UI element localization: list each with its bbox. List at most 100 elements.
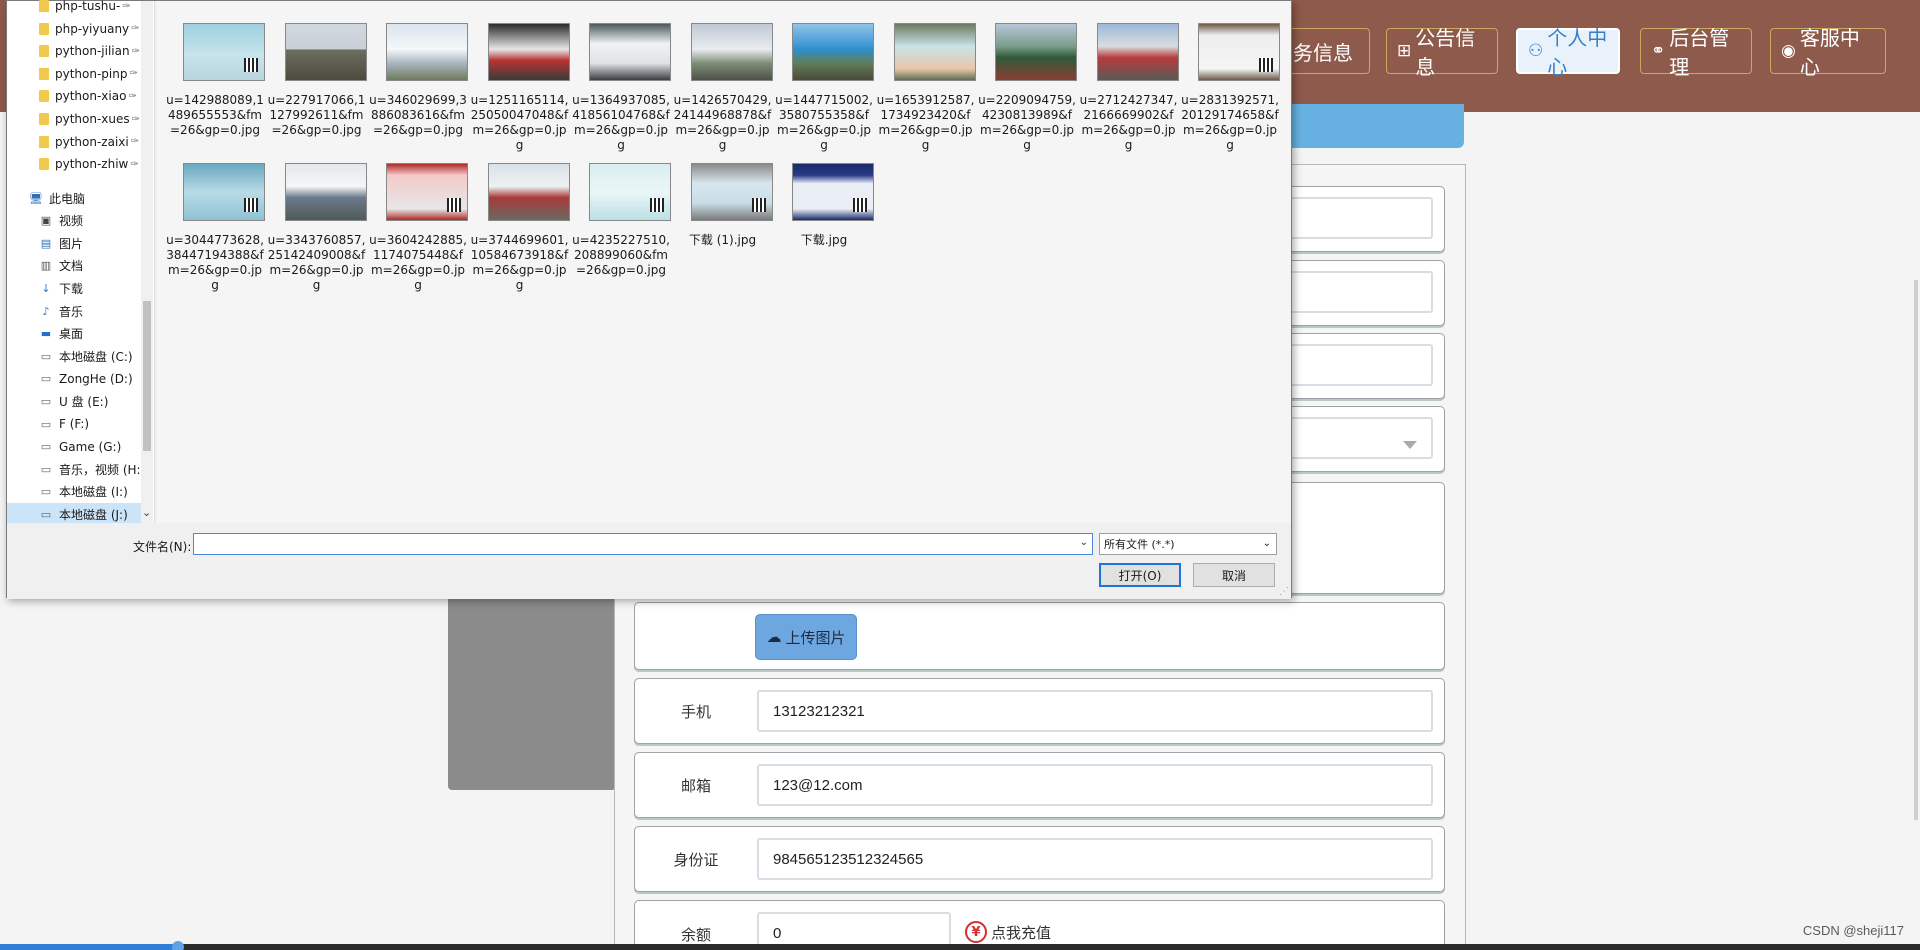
navigation-scrollbar[interactable]: ⌄ [141,1,153,523]
file-thumbnail [183,23,265,81]
file-item[interactable]: u=2209094759,4230813989&fm=26&gp=0.jpg [977,23,1077,153]
file-thumbnail [1096,23,1179,81]
file-item[interactable]: u=3744699601,10584673918&fm=26&gp=0.jpg [470,163,570,293]
nav-item-label: 本地磁盘 (C:) [59,349,133,364]
cancel-button[interactable]: 取消 [1193,563,1275,587]
folder-icon [39,158,49,171]
file-name: u=1653912587,1734923420&fm=26&gp=0.jpg [876,93,975,152]
nav-customer-service[interactable]: ◉ 客服中心 [1770,26,1886,79]
pin-icon: ✑ [130,136,140,148]
file-name: u=1364937085,41856104768&fm=26&gp=0.jpg [572,93,670,152]
recharge-label: 点我充值 [991,923,1052,942]
nav-item[interactable]: python-zhiw ✑ [7,153,151,175]
file-item[interactable]: u=1447715002,3580755358&fm=26&gp=0.jpg [774,23,874,153]
nav-item[interactable]: ▭ ZongHe (D:) [7,368,151,390]
nav-item-label: Game (G:) [59,439,122,454]
file-item[interactable]: u=142988089,1489655553&fm=26&gp=0.jpg [165,23,265,153]
link-icon: ⚭ [1651,41,1666,61]
qr-code-icon [650,198,664,212]
file-item[interactable]: u=1364937085,41856104768&fm=26&gp=0.jpg [571,23,671,153]
nav-item[interactable]: ▭ 本地磁盘 (I:) [7,481,151,503]
file-item[interactable]: u=1653912587,1734923420&fm=26&gp=0.jpg [876,23,976,153]
file-thumbnail [487,23,570,81]
video-progress-handle[interactable] [172,941,184,950]
file-item[interactable]: u=4235227510,208899060&fm=26&gp=0.jpg [571,163,671,293]
nav-item[interactable]: ♪ 音乐 [7,300,151,322]
filename-input[interactable]: ⌄ [193,533,1093,555]
file-type-select[interactable]: 所有文件 (*.*) ⌄ [1099,533,1277,555]
nav-item-label: U 盘 (E:) [59,394,109,409]
file-name: u=1251165114,25050047048&fm=26&gp=0.jpg [470,93,569,152]
nav-item[interactable]: python-xues ✑ [7,108,151,130]
nav-item[interactable]: python-zaixi ✑ [7,131,151,153]
nav-item[interactable]: php-yiyuany ✑ [7,18,151,40]
file-item[interactable]: u=1251165114,25050047048&fm=26&gp=0.jpg [470,23,570,153]
nav-item[interactable]: python-xiao ✑ [7,85,151,107]
chevron-down-icon [1403,441,1417,449]
file-thumbnail [386,23,468,81]
recharge-link[interactable]: ¥ 点我充值 [965,921,1051,943]
chevron-down-icon[interactable]: ⌄ [1080,537,1088,548]
nav-item[interactable]: ▭ Game (G:) [7,436,151,458]
file-thumbnail [284,163,367,221]
chevron-down-icon[interactable]: ⌄ [142,506,151,519]
file-item[interactable]: 下载 (1).jpg [673,163,773,293]
nav-item[interactable]: ▭ 本地磁盘 (C:) [7,345,151,367]
file-thumbnail [589,163,671,221]
nav-item[interactable]: php-tushu- ✑ [7,0,151,17]
file-item[interactable]: u=3044773628,38447194388&fm=26&gp=0.jpg [165,163,265,293]
file-item[interactable]: u=1426570429,24144968878&fm=26&gp=0.jpg [673,23,773,153]
nav-item[interactable]: ▭ F (F:) [7,413,151,435]
nav-item[interactable]: ▣ 视频 [7,210,151,232]
nav-item[interactable]: ▭ 音乐，视频 (H:) [7,458,151,480]
file-item[interactable]: u=2831392571,20129174658&fm=26&gp=0.jpg [1180,23,1280,153]
file-item[interactable]: u=346029699,3886083616&fm=26&gp=0.jpg [368,23,468,153]
open-button[interactable]: 打开(O) [1099,563,1181,587]
file-item[interactable]: u=3343760857,25142409008&fm=26&gp=0.jpg [267,163,367,293]
file-name: u=2209094759,4230813989&fm=26&gp=0.jpg [978,93,1076,152]
drive-icon: ▭ [40,349,52,363]
pin-icon: ✑ [130,158,139,170]
upload-image-button[interactable]: ☁ 上传图片 [755,614,857,660]
form-row-phone: 手机 13123212321 [634,678,1445,744]
folder-icon [39,67,49,80]
file-item[interactable]: u=3604242885,1174075448&fm=26&gp=0.jpg [368,163,468,293]
nav-item[interactable]: ↓ 下载 [7,277,151,299]
nav-item[interactable]: ▥ 文档 [7,255,151,277]
nav-item[interactable]: ▬ 桌面 [7,323,151,345]
nav-item-label: 音乐，视频 (H:) [59,462,146,477]
video-progress-track[interactable] [0,944,1920,950]
desktop-icon: ▬ [40,327,52,341]
nav-item-label: 音乐 [59,304,84,319]
drive-icon: ▭ [40,485,52,499]
page-scrollbar[interactable] [1914,280,1918,820]
nav-item-label: php-tushu- [55,0,121,13]
nav-item[interactable]: 🖥 此电脑 [7,187,151,209]
resize-grip-icon[interactable]: ⋰ [1279,586,1289,597]
nav-item[interactable]: python-jilian ✑ [7,40,151,62]
file-thumbnail [386,163,468,221]
nav-item-label: 下载 [59,281,84,296]
nav-admin[interactable]: ⚭ 后台管理 [1640,26,1752,79]
email-field[interactable]: 123@12.com [757,764,1433,806]
yen-icon: ¥ [965,921,987,943]
file-item[interactable]: u=2712427347,2166669902&fm=26&gp=0.jpg [1079,23,1179,153]
section-header-bar [1290,104,1464,148]
phone-field[interactable]: 13123212321 [757,690,1433,732]
file-item[interactable]: u=227917066,1127992611&fm=26&gp=0.jpg [267,23,367,153]
file-open-dialog: php-tushu- ✑ php-yiyuany ✑ python-jilian ✑ pyt… [6,0,1292,599]
drive-icon: ▭ [40,417,52,431]
scrollbar-thumb[interactable] [143,301,151,451]
nav-item[interactable]: ▭ U 盘 (E:) [7,390,151,412]
drive-icon: ▭ [40,507,52,521]
file-name: u=346029699,3886083616&fm=26&gp=0.jpg [369,93,467,137]
file-item[interactable]: 下载.jpg [774,163,874,293]
nav-item-label: python-xues [55,112,130,126]
nav-item[interactable]: python-pinp ✑ [7,63,151,85]
idcard-field[interactable]: 984565123512324565 [757,838,1433,880]
nav-item[interactable]: ▤ 图片 [7,232,151,254]
nav-announcements[interactable]: ⊞ 公告信息 [1386,26,1498,79]
file-thumbnail [792,163,874,221]
watermark: CSDN @sheji117 [1802,923,1904,938]
nav-personal-center[interactable]: ⚇ 个人中心 [1516,26,1620,79]
